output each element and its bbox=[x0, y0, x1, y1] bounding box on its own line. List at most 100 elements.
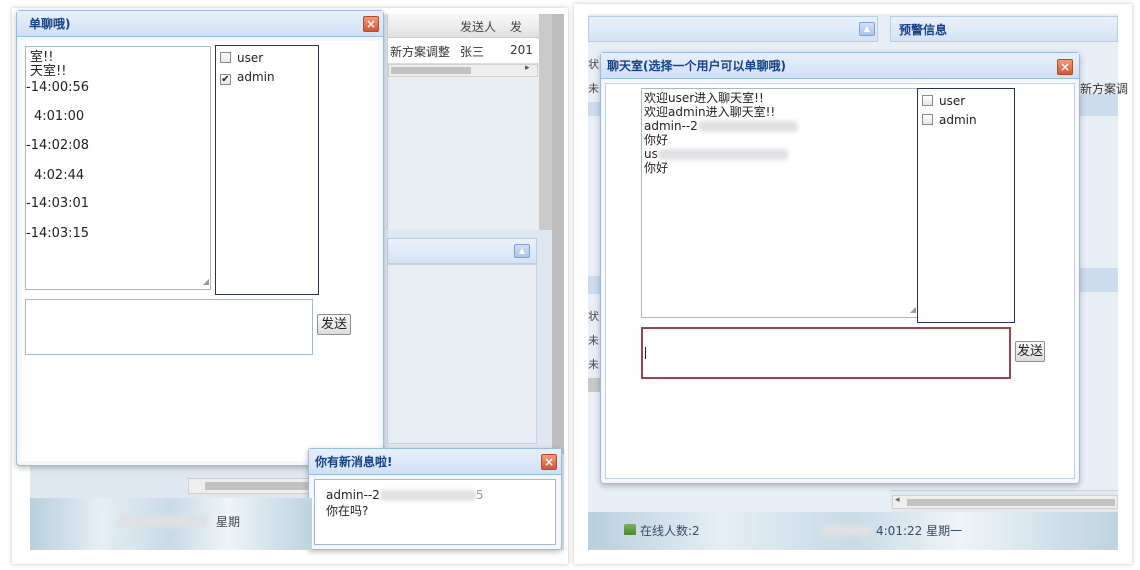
table-cell-plan: 新方案调整 bbox=[390, 45, 451, 59]
bg-panel-body bbox=[387, 264, 537, 444]
close-icon[interactable]: × bbox=[363, 16, 379, 32]
bg-right-text: 新方案调 bbox=[1080, 82, 1129, 96]
user-name: admin bbox=[237, 70, 275, 84]
bg-panel-header-left: ▲ bbox=[588, 16, 878, 42]
message-history: 欢迎user进入聊天室!! 欢迎admin进入聊天室!! admin--2 你好… bbox=[641, 88, 918, 318]
bg-side-text: 未 bbox=[588, 82, 599, 95]
message-line: us bbox=[644, 147, 788, 161]
scroll-thumb[interactable] bbox=[907, 499, 1115, 506]
scroll-left-arrow-icon[interactable]: ◂ bbox=[895, 495, 900, 505]
user-name: user bbox=[939, 94, 966, 108]
user-name: admin bbox=[939, 113, 977, 127]
send-button[interactable]: 发送 bbox=[317, 314, 351, 335]
close-icon[interactable]: × bbox=[1057, 59, 1073, 75]
resize-grip-icon[interactable]: ◢ bbox=[203, 275, 209, 289]
online-users-icon bbox=[624, 524, 636, 535]
blurred-clock bbox=[118, 516, 208, 527]
notification-body: admin--2 5 你在吗? bbox=[314, 479, 556, 545]
chat-window-title: 单聊哦) bbox=[29, 17, 71, 31]
table-header-row: 发送人 发 bbox=[388, 14, 553, 38]
blurred-clock bbox=[822, 525, 872, 536]
message-sender: admin--2 bbox=[644, 119, 698, 133]
scroll-thumb[interactable] bbox=[391, 67, 471, 74]
user-list-item[interactable]: admin bbox=[922, 112, 1010, 131]
bg-side-text: 未 bbox=[588, 358, 599, 371]
chat-window-titlebar: 聊天室(选择一个用户可以单聊哦) bbox=[601, 53, 1079, 79]
collapse-up-icon[interactable]: ▲ bbox=[859, 22, 875, 36]
horizontal-scrollbar[interactable]: ▸ bbox=[388, 63, 538, 77]
scroll-thumb[interactable] bbox=[205, 482, 315, 490]
message-line: 欢迎admin进入聊天室!! bbox=[644, 105, 776, 119]
message-line: -14:03:15 bbox=[26, 226, 90, 241]
taskbar: 星期 bbox=[30, 498, 312, 550]
message-input[interactable] bbox=[641, 327, 1011, 379]
bg-gray-strip bbox=[552, 14, 564, 454]
notification-popup: 你有新消息啦! × admin--2 5 你在吗? bbox=[308, 448, 562, 550]
notification-titlebar: 你有新消息啦! bbox=[309, 449, 561, 475]
bg-panel-header: ▲ bbox=[387, 238, 537, 264]
bg-panel-header-right: 预警信息 bbox=[890, 16, 1118, 42]
taskbar-weekday: 星期 bbox=[216, 515, 241, 529]
message-line: 4:02:44 bbox=[34, 168, 85, 183]
user-list: user ✔ admin bbox=[215, 45, 319, 295]
horizontal-scrollbar[interactable]: ◂ bbox=[892, 495, 1118, 509]
notification-title: 你有新消息啦! bbox=[315, 455, 393, 469]
scroll-right-arrow-icon[interactable]: ▸ bbox=[525, 63, 530, 73]
bg-side-text: 状 bbox=[588, 58, 599, 71]
left-screenshot: 发送人 发 新方案调整 张三 201 ▸ ▲ 单聊哦) × 室!! 天室!! -… bbox=[12, 8, 568, 564]
online-users-count: 在线人数:2 bbox=[640, 524, 700, 538]
resize-grip-icon[interactable]: ◢ bbox=[910, 303, 916, 317]
message-input[interactable] bbox=[25, 299, 313, 355]
message-line: 天室!! bbox=[30, 64, 67, 79]
table-cell-date: 201 bbox=[510, 43, 533, 57]
blurred-text bbox=[657, 149, 788, 160]
message-line: 你好 bbox=[644, 133, 669, 147]
close-icon[interactable]: × bbox=[541, 454, 557, 470]
message-history: 室!! 天室!! -14:00:56 4:01:00 -14:02:08 4:0… bbox=[25, 46, 211, 290]
notification-message: 你在吗? bbox=[326, 504, 369, 518]
bg-side-text: 未 bbox=[588, 334, 599, 347]
blurred-text bbox=[379, 490, 476, 501]
taskbar: 在线人数:2 4:01:22 星期一 bbox=[588, 512, 1118, 550]
chat-window-titlebar: 单聊哦) bbox=[17, 11, 383, 37]
message-line: -14:02:08 bbox=[26, 138, 90, 153]
message-sender: us bbox=[644, 147, 658, 161]
message-line: -14:00:56 bbox=[26, 80, 90, 95]
chat-window: 聊天室(选择一个用户可以单聊哦) × 欢迎user进入聊天室!! 欢迎admin… bbox=[600, 52, 1080, 484]
panel-title-alerts: 预警信息 bbox=[899, 23, 948, 37]
table-cell-sender: 张三 bbox=[460, 45, 485, 59]
notification-sender: admin--2 bbox=[326, 488, 380, 502]
admin-checkbox[interactable]: ✔ bbox=[220, 74, 231, 85]
vertical-scrollbar[interactable] bbox=[539, 14, 553, 230]
user-name: user bbox=[237, 51, 264, 65]
notification-line: admin--2 5 bbox=[326, 488, 484, 502]
message-line: 欢迎user进入聊天室!! bbox=[644, 91, 764, 105]
user-checkbox[interactable] bbox=[220, 52, 231, 63]
message-line: 4:01:00 bbox=[34, 109, 85, 124]
user-list: user admin bbox=[917, 88, 1015, 323]
message-line: admin--2 bbox=[644, 119, 798, 133]
chat-window-title: 聊天室(选择一个用户可以单聊哦) bbox=[607, 59, 786, 73]
admin-checkbox[interactable] bbox=[922, 114, 933, 125]
bg-bottom-scroll[interactable] bbox=[188, 478, 318, 494]
user-list-item[interactable]: ✔ admin bbox=[220, 69, 314, 88]
right-screenshot: ▲ 预警信息 ◂ 新方案调 状 未 状 未 未 聊天室(选择一个用户可以单聊哦)… bbox=[574, 4, 1132, 564]
bg-side-text: 状 bbox=[588, 310, 599, 323]
notification-time-tail: 5 bbox=[475, 488, 484, 502]
user-list-item[interactable]: user bbox=[922, 93, 1010, 112]
user-checkbox[interactable] bbox=[922, 95, 933, 106]
message-line: 你好 bbox=[644, 161, 669, 175]
user-list-item[interactable]: user bbox=[220, 50, 314, 69]
collapse-up-icon[interactable]: ▲ bbox=[514, 244, 530, 258]
blurred-text bbox=[697, 121, 798, 132]
message-line: 室!! bbox=[30, 50, 54, 65]
text-cursor bbox=[645, 347, 646, 359]
table-header-more: 发 bbox=[510, 20, 523, 34]
table-row[interactable]: 新方案调整 张三 201 bbox=[388, 38, 553, 64]
chat-window: 单聊哦) × 室!! 天室!! -14:00:56 4:01:00 -14:02… bbox=[16, 10, 384, 466]
clock-text: 4:01:22 星期一 bbox=[876, 524, 963, 538]
send-button[interactable]: 发送 bbox=[1015, 341, 1045, 362]
table-header-sender: 发送人 bbox=[460, 20, 497, 34]
bg-table-panel: 发送人 发 新方案调整 张三 201 ▸ bbox=[387, 14, 553, 230]
message-line: -14:03:01 bbox=[26, 196, 90, 211]
